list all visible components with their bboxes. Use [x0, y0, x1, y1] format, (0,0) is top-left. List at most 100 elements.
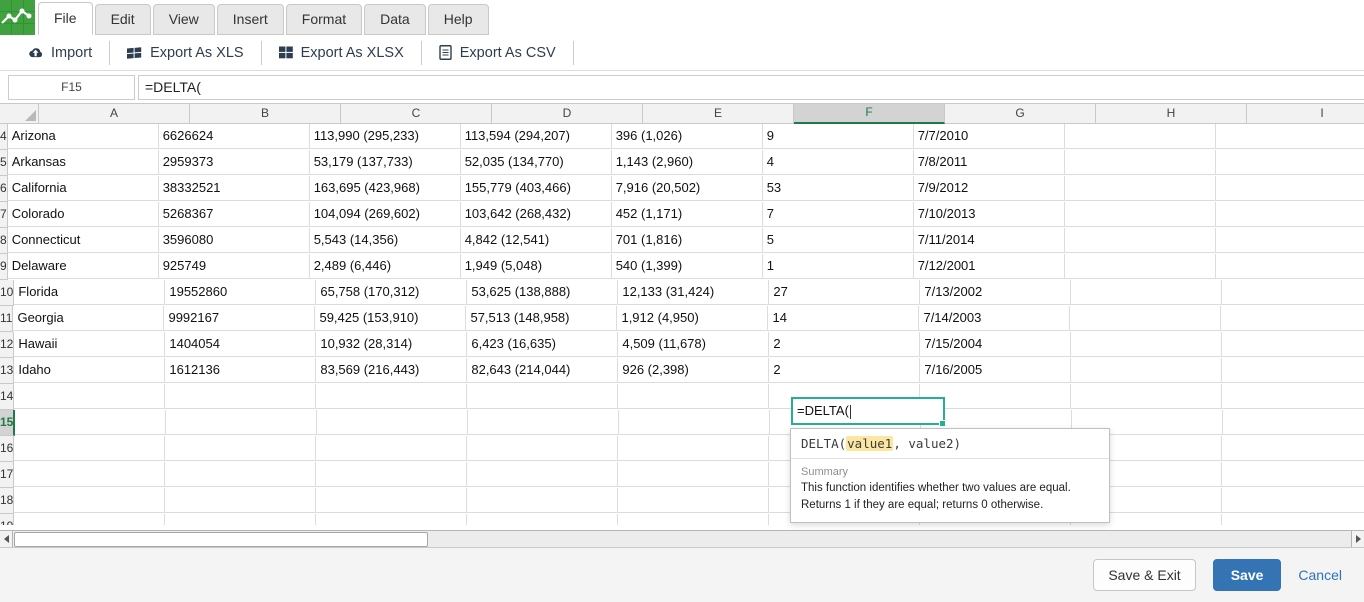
scroll-right-button[interactable]	[1351, 531, 1364, 547]
cell-C18[interactable]	[316, 488, 467, 513]
cell-F11[interactable]: 14	[768, 306, 919, 331]
cell-B19[interactable]	[165, 514, 316, 525]
menu-tab-format[interactable]: Format	[286, 4, 362, 35]
cell-D14[interactable]	[467, 384, 618, 409]
row-header-17[interactable]: 17	[0, 462, 14, 488]
cell-C15[interactable]	[317, 410, 468, 435]
cell-G10[interactable]: 7/13/2002	[920, 280, 1071, 305]
row-header-6[interactable]: 6	[0, 176, 8, 202]
cell-A16[interactable]	[14, 436, 165, 461]
cell-G8[interactable]: 7/11/2014	[914, 228, 1065, 253]
column-header-D[interactable]: D	[492, 104, 643, 124]
cell-G13[interactable]: 7/16/2005	[920, 358, 1071, 383]
cell-C5[interactable]: 53,179 (137,733)	[310, 150, 461, 175]
cell-F6[interactable]: 53	[763, 176, 914, 201]
cell-A18[interactable]	[14, 488, 165, 513]
cell-F8[interactable]: 5	[763, 228, 914, 253]
fill-handle[interactable]	[939, 420, 946, 427]
save-button[interactable]: Save	[1213, 559, 1282, 591]
row-header-14[interactable]: 14	[0, 384, 14, 410]
cell-D19[interactable]	[467, 514, 618, 525]
cell-C14[interactable]	[316, 384, 467, 409]
row-header-15[interactable]: 15	[0, 410, 15, 436]
scroll-left-button[interactable]	[0, 531, 13, 547]
cell-E19[interactable]	[618, 514, 769, 525]
cell-D11[interactable]: 57,513 (148,958)	[466, 306, 617, 331]
cell-F7[interactable]: 7	[763, 202, 914, 227]
cell-E11[interactable]: 1,912 (4,950)	[617, 306, 768, 331]
cell-H10[interactable]	[1071, 280, 1222, 305]
scrollbar-thumb[interactable]	[14, 532, 428, 547]
row-header-10[interactable]: 10	[0, 280, 14, 306]
row-header-9[interactable]: 9	[0, 254, 8, 280]
cell-B11[interactable]: 9992167	[164, 306, 315, 331]
cell-B15[interactable]	[166, 410, 317, 435]
cell-G11[interactable]: 7/14/2003	[919, 306, 1070, 331]
formula-input[interactable]: =DELTA(	[138, 75, 1364, 100]
cell-G5[interactable]: 7/8/2011	[914, 150, 1065, 175]
cell-A11[interactable]: Georgia	[13, 306, 164, 331]
cell-I18[interactable]	[1222, 488, 1364, 513]
cell-B7[interactable]: 5268367	[159, 202, 310, 227]
row-header-16[interactable]: 16	[0, 436, 14, 462]
row-header-7[interactable]: 7	[0, 202, 8, 228]
cell-A9[interactable]: Delaware	[8, 254, 159, 279]
cell-B12[interactable]: 1404054	[165, 332, 316, 357]
cell-B17[interactable]	[165, 462, 316, 487]
row-header-4[interactable]: 4	[0, 124, 8, 150]
cell-H9[interactable]	[1065, 254, 1216, 279]
cell-I17[interactable]	[1222, 462, 1364, 487]
cell-E16[interactable]	[618, 436, 769, 461]
cell-I15[interactable]	[1223, 410, 1364, 435]
menu-tab-file[interactable]: File	[38, 2, 93, 35]
cell-I8[interactable]	[1216, 228, 1364, 253]
cell-H7[interactable]	[1065, 202, 1216, 227]
cell-C16[interactable]	[316, 436, 467, 461]
column-header-C[interactable]: C	[341, 104, 492, 124]
cell-D16[interactable]	[467, 436, 618, 461]
row-header-18[interactable]: 18	[0, 488, 14, 514]
cell-E6[interactable]: 7,916 (20,502)	[612, 176, 763, 201]
cell-F4[interactable]: 9	[763, 124, 914, 149]
cell-C19[interactable]	[316, 514, 467, 525]
export-xlsx-button[interactable]: Export As XLSX	[262, 41, 422, 65]
export-csv-button[interactable]: Export As CSV	[422, 41, 574, 65]
cell-D7[interactable]: 103,642 (268,432)	[461, 202, 612, 227]
cell-D15[interactable]	[468, 410, 619, 435]
column-header-E[interactable]: E	[643, 104, 794, 124]
cell-F9[interactable]: 1	[763, 254, 914, 279]
cell-E9[interactable]: 540 (1,399)	[612, 254, 763, 279]
export-xls-button[interactable]: Export As XLS	[110, 41, 262, 65]
column-header-A[interactable]: A	[39, 104, 190, 124]
cell-I12[interactable]	[1222, 332, 1364, 357]
menu-tab-help[interactable]: Help	[428, 4, 489, 35]
cell-A7[interactable]: Colorado	[8, 202, 159, 227]
cell-I9[interactable]	[1216, 254, 1364, 279]
cell-A5[interactable]: Arkansas	[8, 150, 159, 175]
menu-tab-view[interactable]: View	[153, 4, 215, 35]
cell-H5[interactable]	[1065, 150, 1216, 175]
cell-C13[interactable]: 83,569 (216,443)	[316, 358, 467, 383]
column-header-H[interactable]: H	[1096, 104, 1247, 124]
cell-G4[interactable]: 7/7/2010	[914, 124, 1065, 149]
cell-I10[interactable]	[1222, 280, 1364, 305]
cell-A6[interactable]: California	[8, 176, 159, 201]
cell-D12[interactable]: 6,423 (16,635)	[467, 332, 618, 357]
cell-C6[interactable]: 163,695 (423,968)	[310, 176, 461, 201]
cancel-link[interactable]: Cancel	[1298, 567, 1342, 583]
column-header-I[interactable]: I	[1247, 104, 1364, 124]
cell-H4[interactable]	[1065, 124, 1216, 149]
cell-I11[interactable]	[1221, 306, 1364, 331]
cell-C7[interactable]: 104,094 (269,602)	[310, 202, 461, 227]
active-cell-editor-F15[interactable]: =DELTA(	[791, 397, 945, 425]
cell-A8[interactable]: Connecticut	[8, 228, 159, 253]
cell-H13[interactable]	[1071, 358, 1222, 383]
cell-F13[interactable]: 2	[769, 358, 920, 383]
cell-B9[interactable]: 925749	[159, 254, 310, 279]
cell-G6[interactable]: 7/9/2012	[914, 176, 1065, 201]
cell-F5[interactable]: 4	[763, 150, 914, 175]
cell-I7[interactable]	[1216, 202, 1364, 227]
cell-H6[interactable]	[1065, 176, 1216, 201]
cell-I16[interactable]	[1222, 436, 1364, 461]
cell-G7[interactable]: 7/10/2013	[914, 202, 1065, 227]
